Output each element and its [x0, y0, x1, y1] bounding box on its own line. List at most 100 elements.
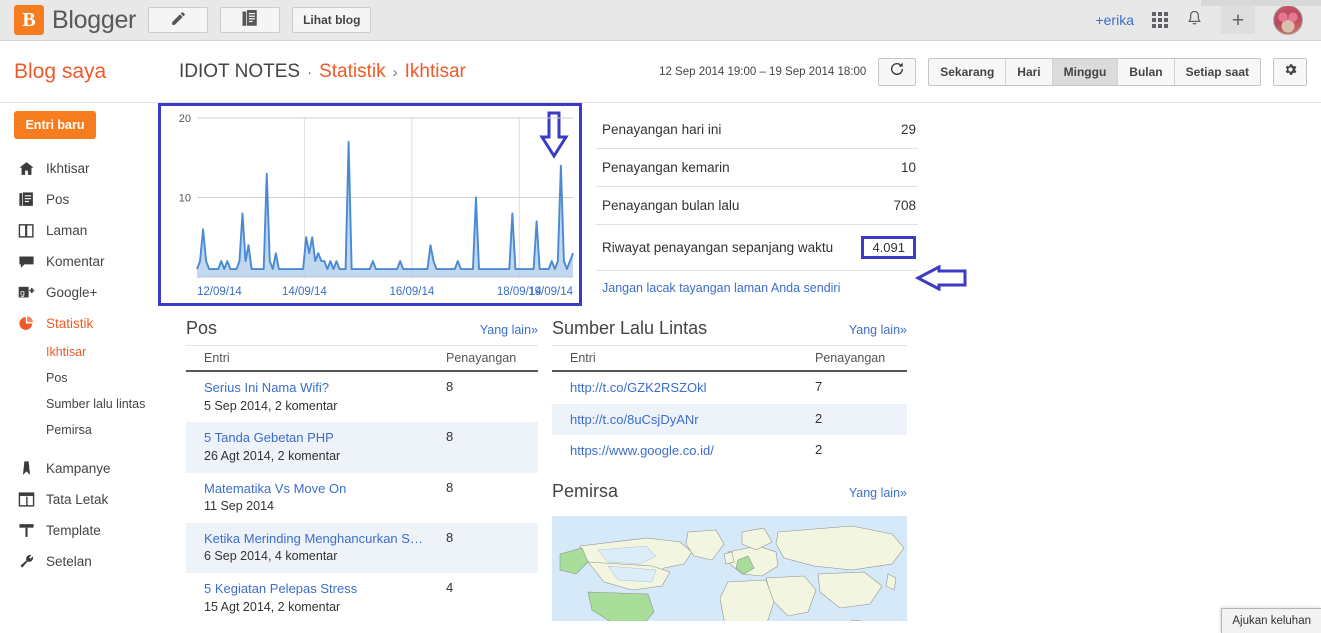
feedback-tab[interactable]: Ajukan keluhan [1221, 608, 1321, 633]
stat-label: Penayangan bulan lalu [602, 198, 740, 213]
overview-row: 10 20 12/09/14 14/09/14 16/09/14 18/09/14 19/0… [158, 103, 1311, 306]
sidebar-label: Kampanye [46, 461, 111, 476]
audience-more-link[interactable]: Yang lain» [849, 486, 907, 500]
traffic-more-link[interactable]: Yang lain» [849, 323, 907, 337]
table-row[interactable]: Ketika Merinding Menghancurkan S… 6 Sep … [186, 522, 538, 574]
table-row[interactable]: https://www.google.co.id/ 2 [552, 435, 907, 467]
traffic-source-link[interactable]: https://www.google.co.id/ [570, 442, 807, 460]
table-row[interactable]: Serius Ini Nama Wifi? 5 Sep 2014, 2 kome… [186, 371, 538, 422]
audience-map-container[interactable] [552, 515, 907, 621]
refresh-button[interactable] [878, 57, 917, 86]
posts-more-link[interactable]: Yang lain» [480, 323, 538, 337]
breadcrumb-section[interactable]: Statistik [319, 61, 386, 83]
sidebar-item-template[interactable]: Template [0, 515, 158, 546]
home-icon [18, 160, 35, 177]
post-cell: Ketika Merinding Menghancurkan S… 6 Sep … [186, 523, 442, 573]
traffic-source-link[interactable]: http://t.co/8uCsjDyANr [570, 411, 807, 429]
table-header-row: Entri Penayangan [552, 345, 907, 372]
stat-row: Penayangan bulan lalu 708 [596, 187, 918, 225]
stat-row: Penayangan hari ini 29 [596, 111, 918, 149]
sidebar-subitem-sumber-lalu-lintas[interactable]: Sumber lalu lintas [0, 391, 158, 417]
tab-bulan[interactable]: Bulan [1118, 58, 1175, 85]
sidebar-item-tata-letak[interactable]: Tata Letak [0, 484, 158, 515]
stats-pie-icon [18, 315, 35, 332]
settings-button[interactable] [1273, 57, 1307, 86]
total-pageviews-value: 4.091 [861, 236, 916, 259]
svg-text:14/09/14: 14/09/14 [282, 286, 327, 298]
posts-icon [18, 191, 35, 208]
tab-setiap-saat[interactable]: Setiap saat [1175, 59, 1260, 85]
post-title-link[interactable]: 5 Tanda Gebetan PHP [204, 429, 438, 447]
table-row[interactable]: http://t.co/GZK2RSZOkl 7 [552, 371, 907, 404]
traffic-views: 2 [815, 410, 823, 426]
traffic-views: 2 [815, 442, 823, 458]
account-name[interactable]: +erika [1095, 12, 1134, 28]
sidebar-item-google-plus[interactable]: g Google+ [0, 277, 158, 308]
sidebar-item-ikhtisar[interactable]: Ikhtisar [0, 153, 158, 184]
svg-text:12/09/14: 12/09/14 [197, 286, 242, 298]
post-meta: 11 Sep 2014 [204, 499, 274, 514]
stat-row: Penayangan kemarin 10 [596, 149, 918, 187]
sidebar-subitem-ikhtisar[interactable]: Ikhtisar [0, 339, 158, 365]
table-row[interactable]: http://t.co/8uCsjDyANr 2 [552, 403, 907, 436]
posts-panel-header: Pos Yang lain» [186, 318, 538, 345]
breadcrumb: IDIOT NOTES · Statistik › Ikhtisar [179, 61, 466, 83]
stat-label: Penayangan hari ini [602, 122, 722, 137]
range-tabs: Sekarang Hari Minggu Bulan Setiap saat [928, 57, 1261, 86]
post-title-link[interactable]: Matematika Vs Move On [204, 480, 438, 498]
post-cell: Serius Ini Nama Wifi? 5 Sep 2014, 2 kome… [186, 371, 442, 422]
topbar-right-cluster: +erika + [1095, 5, 1307, 35]
table-row[interactable]: 5 Kegiatan Pelepas Stress 15 Agt 2014, 2… [186, 573, 538, 623]
tables-row: Pos Yang lain» Entri Penayangan Serius I… [158, 318, 1311, 623]
sidebar-label: Template [46, 523, 101, 538]
traffic-source-link[interactable]: http://t.co/GZK2RSZOkl [570, 379, 807, 397]
notifications-bell-icon[interactable] [1186, 9, 1203, 31]
svg-text:16/09/14: 16/09/14 [389, 286, 434, 298]
layout-icon [18, 491, 35, 508]
sidebar-item-laman[interactable]: Laman [0, 215, 158, 246]
post-meta: 5 Sep 2014, 2 komentar [204, 398, 338, 413]
share-plus-button[interactable]: + [1221, 6, 1255, 34]
sidebar-subitem-pemirsa[interactable]: Pemirsa [0, 417, 158, 443]
sidebar-label: Google+ [46, 285, 98, 300]
breadcrumb-page[interactable]: Ikhtisar [405, 61, 466, 83]
comment-icon [18, 253, 35, 270]
pageviews-chart[interactable]: 10 20 12/09/14 14/09/14 16/09/14 18/09/14 19/0… [163, 108, 577, 301]
all-posts-button[interactable] [220, 7, 281, 33]
avatar[interactable] [1273, 5, 1303, 35]
sidebar-item-statistik[interactable]: Statistik [0, 308, 158, 339]
sidebar-item-setelan[interactable]: Setelan [0, 546, 158, 577]
pageviews-chart-highlight: 10 20 12/09/14 14/09/14 16/09/14 18/09/14 19/0… [158, 103, 582, 306]
sidebar-item-komentar[interactable]: Komentar [0, 246, 158, 277]
table-row[interactable]: 5 Tanda Gebetan PHP 26 Agt 2014, 2 komen… [186, 422, 538, 473]
post-meta: 6 Sep 2014, 4 komentar [204, 549, 338, 564]
new-post-button[interactable]: Entri baru [14, 111, 96, 139]
post-title-link[interactable]: 5 Kegiatan Pelepas Stress [204, 580, 438, 598]
traffic-table: Entri Penayangan http://t.co/GZK2RSZOkl … [552, 345, 907, 467]
tab-hari[interactable]: Hari [1006, 58, 1053, 85]
post-cell: 5 Tanda Gebetan PHP 26 Agt 2014, 2 komen… [186, 422, 442, 472]
tab-minggu[interactable]: Minggu [1052, 58, 1119, 85]
wrench-icon [18, 553, 35, 570]
tab-sekarang[interactable]: Sekarang [929, 58, 1007, 85]
sidebar-item-kampanye[interactable]: Kampanye [0, 453, 158, 484]
traffic-panel-header: Sumber Lalu Lintas Yang lain» [552, 318, 907, 345]
post-views: 4 [446, 580, 454, 596]
sidebar-label: Statistik [46, 316, 94, 331]
sidebar-subitem-pos[interactable]: Pos [0, 365, 158, 391]
dont-track-link[interactable]: Jangan lacak tayangan laman Anda sendiri [596, 271, 918, 295]
traffic-col-penayangan: Penayangan [811, 345, 907, 372]
table-row[interactable]: Matematika Vs Move On 11 Sep 2014 8 [186, 473, 538, 523]
sidebar-item-pos[interactable]: Pos [0, 184, 158, 215]
sidebar: Entri baru Ikhtisar Pos Laman Komentar g… [0, 103, 158, 623]
edit-post-button[interactable] [148, 7, 209, 33]
post-title-link[interactable]: Ketika Merinding Menghancurkan S… [204, 530, 438, 548]
view-blog-button[interactable]: Lihat blog [292, 7, 372, 33]
apps-grid-icon[interactable] [1152, 12, 1168, 28]
audience-panel-title: Pemirsa [552, 480, 619, 501]
post-views: 8 [446, 429, 454, 445]
google-plus-icon: g [18, 284, 35, 301]
post-title-link[interactable]: Serius Ini Nama Wifi? [204, 379, 438, 397]
pages-icon [18, 222, 35, 239]
blog-title: Blog saya [14, 59, 107, 83]
